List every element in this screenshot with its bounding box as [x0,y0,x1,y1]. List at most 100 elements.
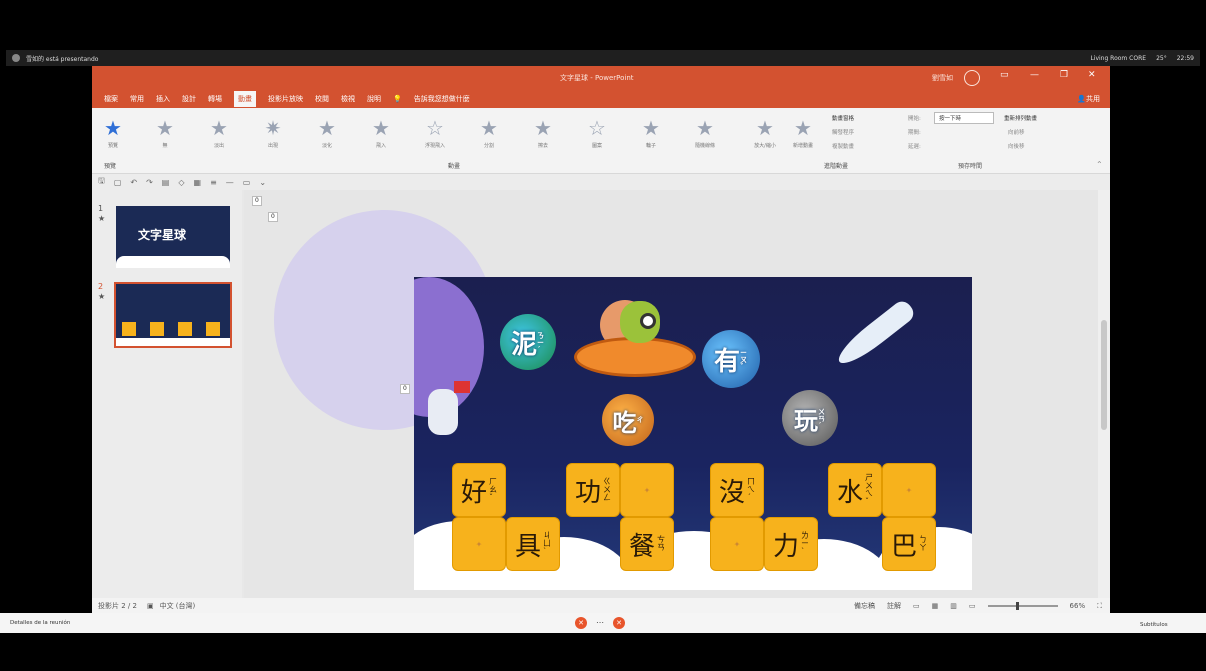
reading-view-icon[interactable]: ▥ [950,602,957,610]
planet-wan[interactable]: 玩ㄨㄢˊ [782,390,838,446]
anim-shape[interactable]: ☆ 圖案 [580,116,614,149]
card-ba[interactable]: 巴ㄅㄚ [882,517,936,571]
tab-view[interactable]: 檢視 [341,94,355,104]
user-avatar[interactable] [964,70,980,86]
camera-off-icon[interactable]: ✕ [613,617,625,629]
slide-thumbnail-2[interactable] [114,282,232,348]
arrange-icon[interactable]: ▦ [194,178,202,187]
anim-split[interactable]: ★ 分割 [472,116,506,149]
meeting-details[interactable]: Detalles de la reunión [10,620,70,626]
undo-icon[interactable]: ↶ [130,178,137,187]
flag[interactable] [454,381,470,393]
tab-file[interactable]: 檔案 [104,94,118,104]
animation-tag[interactable]: 0 [252,196,262,206]
astronaut[interactable] [428,389,458,435]
card-char: 巴 [890,531,917,562]
sorter-view-icon[interactable]: ▦ [932,602,939,610]
anim-none[interactable]: ★ 無 [148,116,182,149]
tab-help[interactable]: 說明 [367,94,381,104]
spellcheck-icon[interactable]: ▣ [147,602,154,610]
save-icon[interactable]: 🖫 [98,175,105,189]
card-ju[interactable]: 具ㄐㄩˋ [506,517,560,571]
line-icon[interactable]: — [226,178,234,187]
anim-fadeout[interactable]: ★ 淡化 [310,116,344,149]
preview-button[interactable]: ★ 預覽 [96,116,130,149]
anim-fade[interactable]: ★ 淡出 [202,116,236,149]
anim-random-bars[interactable]: ★ 隨機線條 [688,116,722,149]
start-label: 開始: [908,116,921,122]
align-icon[interactable]: ≡ [210,178,217,187]
tab-design[interactable]: 設計 [182,94,196,104]
add-animation-label: 新增動畫 [792,143,813,149]
restore-button[interactable]: ❐ [1060,70,1068,80]
comments-button[interactable]: 註解 [887,601,901,611]
fit-slide-icon[interactable]: ⛶ [1097,602,1102,611]
normal-view-icon[interactable]: ▭ [913,602,920,610]
animation-pane-button[interactable]: 動畫窗格 [832,114,854,122]
minimize-button[interactable]: — [1030,70,1039,80]
card-empty[interactable]: ✦ [452,517,506,571]
box-icon[interactable]: ▭ [243,178,251,187]
tab-home[interactable]: 常用 [130,94,144,104]
card-can[interactable]: 餐ㄘㄢ [620,517,674,571]
anim-wheel[interactable]: ★ 輪子 [634,116,668,149]
planet-ni[interactable]: 泥ㄋㄧˊ [500,314,556,370]
slide-canvas[interactable]: 泥ㄋㄧˊ 有ㄧㄡˇ 玩ㄨㄢˊ 吃ㄔ 好ㄏㄠˇ ✦ 具ㄐㄩˋ 功ㄍㄨㄥ ✦ 餐ㄘㄢ… [414,277,972,590]
zoom-level[interactable]: 66% [1070,602,1086,610]
tab-transitions[interactable]: 轉場 [208,94,222,104]
ribbon-display-icon[interactable]: ▭ [1000,70,1009,80]
tab-review[interactable]: 校閱 [315,94,329,104]
tab-insert[interactable]: 插入 [156,94,170,104]
anim-wipe[interactable]: ★ 擦去 [526,116,560,149]
card-hao[interactable]: 好ㄏㄠˇ [452,463,506,517]
ufo[interactable] [574,337,696,377]
card-mei[interactable]: 沒ㄇㄟˊ [710,463,764,517]
scroll-thumb[interactable] [1101,320,1107,430]
meeting-bottom-bar: Detalles de la reunión ✕ ⋯ ✕ Subtítulos [0,613,1206,633]
trigger-button[interactable]: 觸發程序 [832,128,854,136]
zoom-thumb[interactable] [1015,602,1019,610]
redo-icon[interactable]: ↷ [146,178,153,187]
move-later-button[interactable]: 向後移 [1008,142,1025,150]
more-options-icon[interactable]: ⋯ [596,618,604,627]
new-icon[interactable]: ▢ [114,178,122,187]
anim-appear[interactable]: ✷ 出現 [256,116,290,149]
mic-off-icon[interactable]: ✕ [575,617,587,629]
card-li[interactable]: 力ㄌㄧˋ [764,517,818,571]
vertical-scrollbar[interactable] [1098,190,1110,598]
thumb-clouds [116,256,230,268]
tab-slideshow[interactable]: 投影片放映 [268,94,303,104]
rocket[interactable] [832,297,918,371]
move-earlier-button[interactable]: 向前移 [1008,128,1025,136]
planet-you[interactable]: 有ㄧㄡˇ [702,330,760,388]
card-gong[interactable]: 功ㄍㄨㄥ [566,463,620,517]
animation-tag[interactable]: 0 [268,212,278,222]
add-animation-button[interactable]: ★ 新增動畫 [786,116,820,149]
language-indicator[interactable]: 中文 (台灣) [160,601,196,611]
start-select[interactable]: 按一下時 [934,112,994,124]
captions-button[interactable]: Subtítulos [1140,622,1168,628]
share-button[interactable]: 👤共用 [1077,94,1100,104]
collapse-ribbon-icon[interactable]: ⌃ [1096,160,1103,169]
animation-tag[interactable]: 0 [400,384,410,394]
shape-icon[interactable]: ◇ [178,178,184,187]
title-bar: 文字星球 - PowerPoint 劉雪如 ▭ — ❐ ✕ [92,66,1110,90]
card-shui[interactable]: 水ㄕㄨㄟˇ [828,463,882,517]
zoom-slider[interactable] [987,602,1058,610]
notes-button[interactable]: 備忘稿 [854,601,875,611]
format-icon[interactable]: ▤ [162,178,170,187]
animation-painter-button[interactable]: 複製動畫 [832,142,854,150]
anim-float-in[interactable]: ☆ 浮現飛入 [418,116,452,149]
card-empty[interactable]: ✦ [882,463,936,517]
card-empty[interactable]: ✦ [620,463,674,517]
card-empty[interactable]: ✦ [710,517,764,571]
tell-me-search[interactable]: 告訴我您想做什麼 [414,94,470,104]
close-button[interactable]: ✕ [1088,70,1096,80]
slideshow-icon[interactable]: ▭ [969,602,976,610]
planet-chi[interactable]: 吃ㄔ [602,394,654,446]
tab-animations[interactable]: 動畫 [234,91,256,107]
more-icon[interactable]: ⌄ [259,178,266,187]
anim-grow-shrink[interactable]: ★ 放大/縮小 [748,116,782,149]
slide-thumbnail-1[interactable]: 文字星球 [116,206,230,268]
anim-fly-in[interactable]: ★ 飛入 [364,116,398,149]
